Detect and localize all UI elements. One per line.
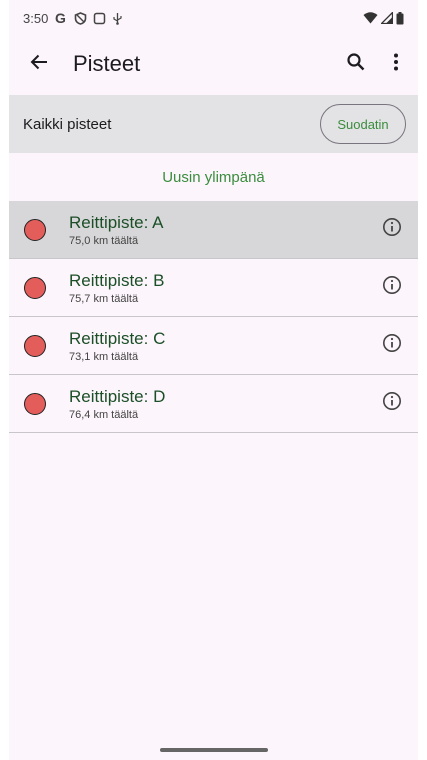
waypoint-text: Reittipiste: B 75,7 km täältä (69, 271, 164, 305)
waypoint-text: Reittipiste: A 75,0 km täältä (69, 213, 164, 247)
status-right (363, 11, 404, 25)
waypoint-info-button[interactable] (374, 328, 410, 364)
filter-label: Kaikki pisteet (23, 115, 112, 133)
search-icon (346, 52, 366, 77)
waypoint-list: Reittipiste: A 75,0 km täältä Reittipist… (9, 201, 418, 433)
gesture-navigation-bar[interactable] (159, 748, 268, 752)
app-bar: Pisteet (9, 36, 418, 92)
back-button[interactable] (15, 40, 63, 88)
google-g-icon: G (54, 11, 68, 25)
waypoint-info-button[interactable] (374, 386, 410, 422)
status-left: 3:50 G (23, 11, 123, 26)
waypoint-distance: 76,4 km täältä (69, 408, 139, 421)
battery-icon (396, 11, 404, 25)
filter-button[interactable]: Suodatin (320, 104, 406, 144)
app-screen: 3:50 G Pisteet Kaikki pisteet Suodatin U… (9, 0, 418, 760)
waypoint-title: Reittipiste: A (69, 212, 164, 232)
svg-text:G: G (55, 11, 66, 25)
usb-icon (112, 12, 123, 25)
waypoint-marker-icon (24, 218, 46, 241)
waypoint-marker-icon (24, 392, 46, 415)
search-button[interactable] (336, 40, 376, 88)
waypoint-title: Reittipiste: B (69, 270, 165, 290)
page-title: Pisteet (73, 51, 141, 76)
sort-toggle[interactable]: Uusin ylimpänä (9, 153, 418, 201)
screen-icon (93, 12, 106, 25)
info-icon (382, 333, 402, 358)
waypoint-info-button[interactable] (374, 270, 410, 306)
waypoint-text: Reittipiste: C 73,1 km täältä (69, 329, 165, 363)
waypoint-marker-icon (24, 334, 46, 357)
app-actions (336, 40, 416, 88)
overflow-menu-button[interactable] (376, 40, 416, 88)
waypoint-distance: 73,1 km täältä (69, 350, 139, 363)
waypoint-distance: 75,7 km täältä (69, 292, 139, 305)
waypoint-info-button[interactable] (374, 212, 410, 248)
status-bar: 3:50 G (9, 0, 418, 36)
info-icon (382, 275, 402, 300)
shield-icon (74, 11, 87, 25)
waypoint-item-b[interactable]: Reittipiste: B 75,7 km täältä (9, 259, 418, 317)
back-arrow-icon (29, 52, 49, 77)
wifi-icon (363, 12, 378, 24)
waypoint-distance: 75,0 km täältä (69, 234, 139, 247)
filter-bar: Kaikki pisteet Suodatin (9, 95, 418, 153)
info-icon (382, 217, 402, 242)
waypoint-marker-icon (24, 276, 46, 299)
waypoint-item-a[interactable]: Reittipiste: A 75,0 km täältä (9, 201, 418, 259)
sort-label: Uusin ylimpänä (162, 168, 265, 186)
waypoint-title: Reittipiste: D (69, 386, 166, 406)
info-icon (382, 391, 402, 416)
waypoint-title: Reittipiste: C (69, 328, 166, 348)
status-time: 3:50 (23, 10, 49, 26)
waypoint-item-d[interactable]: Reittipiste: D 76,4 km täältä (9, 375, 418, 433)
signal-icon (381, 12, 393, 24)
more-vert-icon (393, 52, 399, 77)
waypoint-item-c[interactable]: Reittipiste: C 73,1 km täältä (9, 317, 418, 375)
waypoint-text: Reittipiste: D 76,4 km täältä (69, 387, 165, 421)
